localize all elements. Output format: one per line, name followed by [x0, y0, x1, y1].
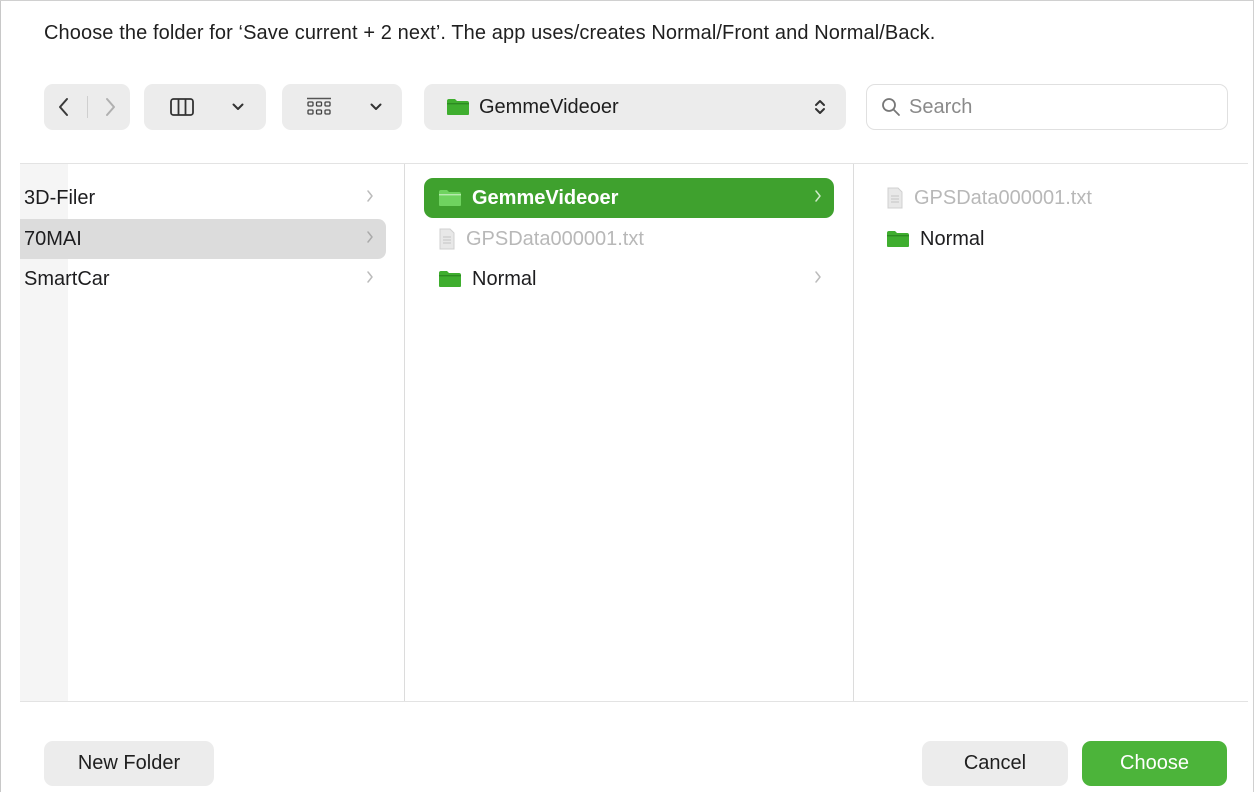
list-item[interactable]: 3D-Filer	[20, 178, 386, 218]
item-label: Normal	[472, 267, 537, 290]
folder-icon	[439, 190, 461, 206]
forward-button[interactable]	[104, 97, 116, 117]
chevron-right-icon	[815, 271, 821, 283]
search-input[interactable]	[909, 95, 1209, 119]
list-item[interactable]: SmartCar	[20, 259, 386, 299]
new-folder-button[interactable]: New Folder	[44, 741, 214, 786]
list-item: GPSData000001.txt	[872, 178, 1242, 218]
chevron-down-icon	[370, 103, 382, 110]
list-item[interactable]: GemmeVideoer	[424, 178, 834, 218]
search-icon	[882, 98, 900, 116]
list-item[interactable]: Normal	[424, 259, 834, 299]
list-item: GPSData000001.txt	[424, 219, 834, 259]
location-label-wrap: GemmeVideoer	[446, 96, 619, 119]
browser-bottom-border	[20, 701, 1248, 702]
document-icon	[887, 187, 903, 209]
item-label: GPSData000001.txt	[466, 227, 644, 250]
chevron-right-icon	[367, 271, 373, 283]
chevron-right-icon	[367, 231, 373, 243]
arrange-button[interactable]	[282, 84, 402, 130]
folder-icon	[887, 231, 909, 247]
search-field[interactable]	[866, 84, 1228, 130]
choose-button[interactable]: Choose	[1082, 741, 1227, 786]
column-divider	[404, 164, 405, 701]
chevron-right-icon	[106, 98, 115, 116]
folder-icon	[439, 271, 461, 287]
back-button[interactable]	[58, 97, 70, 117]
chevron-right-icon	[367, 190, 373, 202]
up-down-chevron-icon	[815, 100, 825, 114]
item-label: 3D-Filer	[24, 186, 96, 209]
window-edge-top	[0, 0, 1254, 1]
grid-icon	[307, 97, 331, 115]
nav-separator	[86, 96, 88, 118]
location-popup[interactable]: GemmeVideoer	[424, 84, 846, 130]
browser-top-border	[20, 163, 1248, 164]
chevron-right-icon	[815, 190, 821, 202]
list-item[interactable]: Normal	[872, 219, 1242, 259]
item-label: SmartCar	[24, 267, 110, 290]
folder-icon	[447, 99, 469, 115]
item-label: Normal	[920, 227, 985, 250]
column-view-icon	[170, 98, 194, 116]
cancel-button[interactable]: Cancel	[922, 741, 1068, 786]
item-label: GemmeVideoer	[472, 186, 619, 209]
chevron-left-icon	[59, 98, 68, 116]
navigation-group	[44, 84, 130, 130]
list-item[interactable]: 70MAI	[20, 219, 386, 259]
dialog-message: Choose the folder for ‘Save current + 2 …	[44, 22, 936, 44]
item-label: GPSData000001.txt	[914, 186, 1092, 209]
window-edge	[0, 0, 1, 792]
chevron-down-icon	[232, 103, 244, 110]
item-label: 70MAI	[24, 227, 82, 250]
location-label: GemmeVideoer	[479, 95, 619, 118]
view-mode-button[interactable]	[144, 84, 266, 130]
column-divider	[853, 164, 854, 701]
document-icon	[439, 228, 455, 250]
